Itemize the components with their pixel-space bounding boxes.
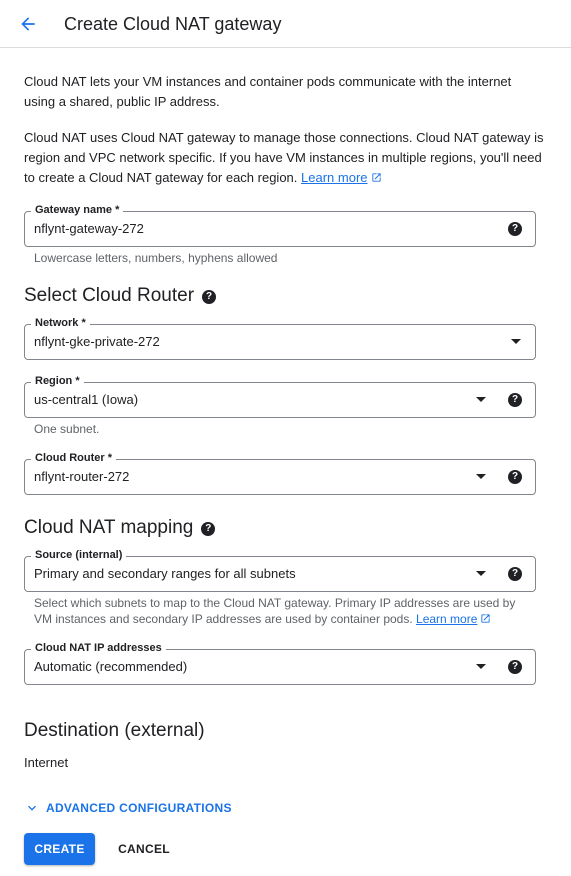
network-select[interactable]: Network * nflynt-gke-private-272 [24,316,536,360]
gateway-name-label: Gateway name * [31,203,124,217]
network-value: nflynt-gke-private-272 [34,334,160,349]
nat-ip-addresses-label: Cloud NAT IP addresses [31,641,166,655]
back-button[interactable] [14,10,42,38]
region-hint: One subnet. [34,422,100,436]
nat-ip-addresses-value: Automatic (recommended) [34,659,188,674]
help-icon[interactable]: ? [508,393,522,407]
create-button[interactable]: CREATE [24,833,95,865]
chevron-down-icon [28,805,36,811]
gateway-name-value[interactable]: nflynt-gateway-272 [34,221,144,237]
source-internal-value: Primary and secondary ranges for all sub… [34,566,296,581]
help-icon[interactable]: ? [202,290,217,304]
dropdown-arrow-icon[interactable] [476,571,486,576]
network-label: Network * [31,316,90,330]
source-internal-hint: Select which subnets to map to the Cloud… [34,595,534,627]
help-icon[interactable]: ? [508,470,522,484]
region-select[interactable]: Region * us-central1 (Iowa) ? [24,374,536,418]
advanced-configurations-toggle[interactable]: ADVANCED CONFIGURATIONS [24,800,232,816]
cloud-router-value: nflynt-router-272 [34,469,130,484]
section-title-cloud-nat-mapping: Cloud NAT mapping? [24,516,216,540]
intro-paragraph-2: Cloud NAT uses Cloud NAT gateway to mana… [24,128,544,188]
external-link-icon [481,614,491,623]
region-label: Region * [31,374,84,388]
advanced-configurations-label: ADVANCED CONFIGURATIONS [46,801,232,815]
source-internal-select[interactable]: Source (internal) Primary and secondary … [24,548,536,592]
cloud-router-label: Cloud Router * [31,451,116,465]
section-title-text: Cloud NAT mapping [24,517,194,538]
section-title-text: Select Cloud Router [24,285,195,306]
help-icon[interactable]: ? [201,522,216,536]
help-icon[interactable]: ? [508,567,522,581]
help-icon[interactable]: ? [508,222,522,236]
dropdown-arrow-icon[interactable] [476,474,486,479]
dropdown-arrow-icon[interactable] [511,339,521,344]
cloud-router-select[interactable]: Cloud Router * nflynt-router-272 ? [24,451,536,495]
page-header: Create Cloud NAT gateway [0,0,571,48]
learn-more-link[interactable]: Learn more [301,170,367,185]
source-internal-label: Source (internal) [31,548,127,562]
help-icon[interactable]: ? [508,660,522,674]
dropdown-arrow-icon[interactable] [476,664,486,669]
region-value: us-central1 (Iowa) [34,392,139,407]
nat-ip-addresses-select[interactable]: Cloud NAT IP addresses Automatic (recomm… [24,641,536,685]
section-title-select-cloud-router: Select Cloud Router? [24,284,217,308]
gateway-name-field[interactable]: Gateway name * nflynt-gateway-272 ? [24,203,536,247]
learn-more-link[interactable]: Learn more [416,612,477,626]
external-link-icon [371,173,381,182]
section-title-destination: Destination (external) [24,720,205,741]
intro-paragraph-1: Cloud NAT lets your VM instances and con… [24,74,512,109]
cancel-button[interactable]: CANCEL [108,833,180,865]
dropdown-arrow-icon[interactable] [476,397,486,402]
intro-paragraph-2-text: Cloud NAT uses Cloud NAT gateway to mana… [24,130,544,185]
gateway-name-hint: Lowercase letters, numbers, hyphens allo… [34,251,278,265]
destination-value: Internet [24,755,69,770]
page-title: Create Cloud NAT gateway [64,14,282,34]
arrow-back-icon [21,17,35,31]
